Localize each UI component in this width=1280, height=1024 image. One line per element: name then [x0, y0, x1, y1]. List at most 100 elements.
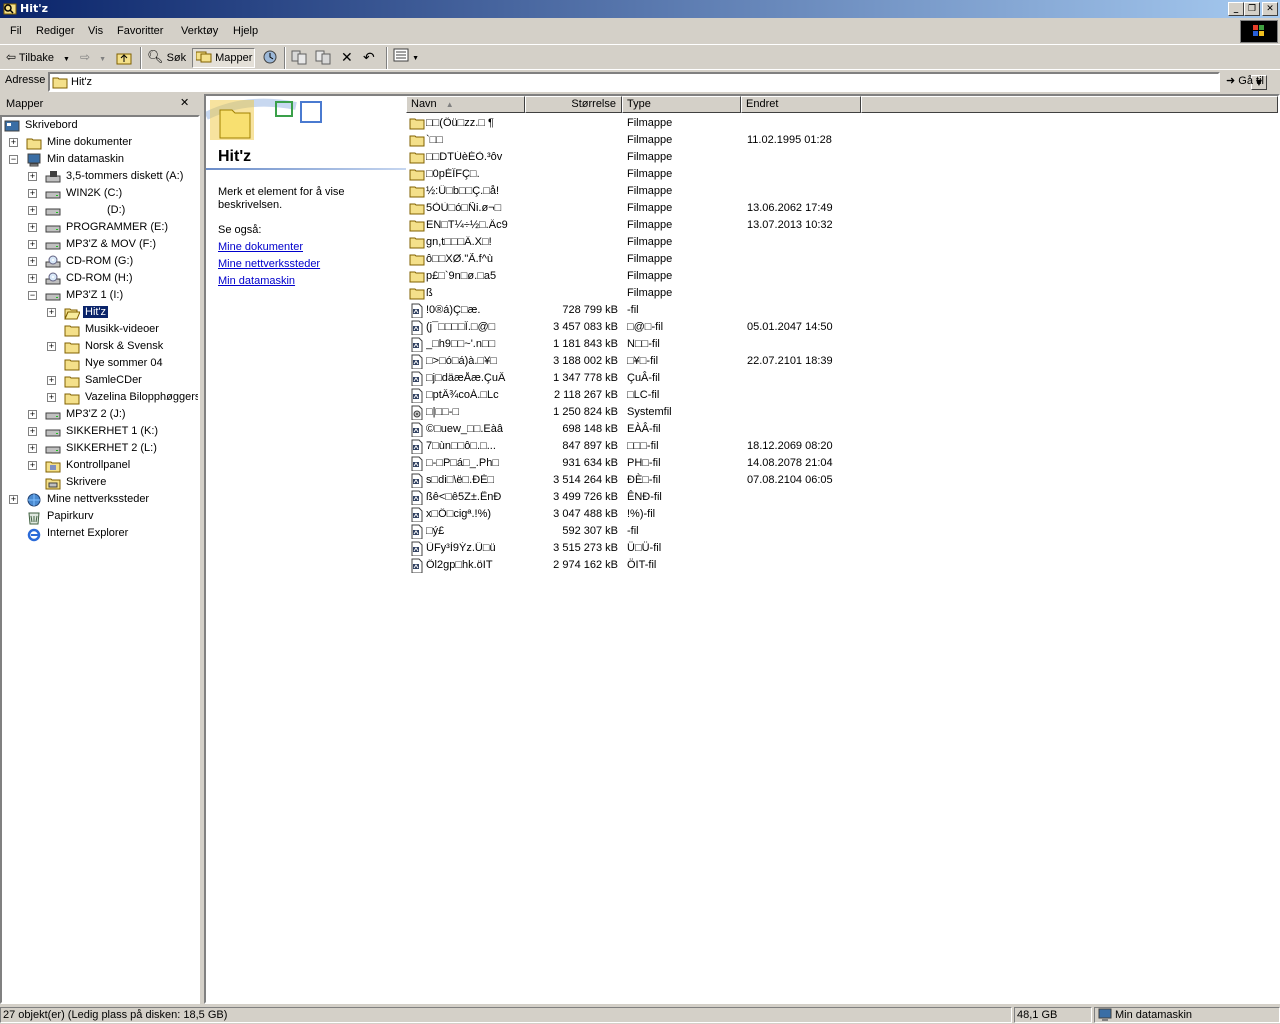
expand-icon[interactable]: +: [47, 342, 56, 351]
file-row[interactable]: □>□ó□á)à.□¥□ 3 188 002 kB □¥□-fil 22.07.210…: [406, 353, 846, 370]
file-row[interactable]: x□Ô□cigª.!%) 3 047 488 kB !%)-fil: [406, 506, 846, 523]
tree-item-skrivere[interactable]: Skrivere: [2, 475, 198, 492]
menu-rediger[interactable]: Rediger: [36, 25, 75, 37]
expand-icon[interactable]: +: [47, 393, 56, 402]
link-mine-dokumenter[interactable]: Mine dokumenter: [218, 241, 303, 253]
history-button[interactable]: [262, 48, 278, 68]
views-button[interactable]: ▼: [393, 48, 419, 68]
file-size: 3 499 726 kB: [553, 491, 618, 503]
file-row[interactable]: `□□ Filmappe 11.02.1995 01:28: [406, 132, 846, 149]
tree-item-papirkurv[interactable]: Papirkurv: [2, 509, 198, 526]
restore-button[interactable]: ❐: [1244, 2, 1260, 16]
link-min-datamaskin[interactable]: Min datamaskin: [218, 275, 295, 287]
tree-item-sikkerhet-2-l[interactable]: + SIKKERHET 2 (L:): [2, 441, 198, 458]
file-row[interactable]: 7□ùn□□ô□.□... 847 897 kB □□□-fil 18.12.2069…: [406, 438, 846, 455]
expand-icon[interactable]: +: [28, 172, 37, 181]
move-to-button[interactable]: [291, 48, 307, 68]
tree-item-mp3-z-mov-f[interactable]: + MP3'Z & MOV (F:): [2, 237, 198, 254]
menu-hjelp[interactable]: Hjelp: [233, 25, 258, 37]
file-row[interactable]: EN□T¼÷½□.Äc9 Filmappe 13.07.2013 10:32: [406, 217, 846, 234]
delete-button[interactable]: ✕: [341, 48, 353, 68]
file-row[interactable]: Öl2gp□hk.öIT 2 974 162 kB ÖIT-fil: [406, 557, 846, 574]
back-button[interactable]: ⇦ Tilbake ▼: [6, 48, 70, 68]
link-mine-nettverkssteder[interactable]: Mine nettverkssteder: [218, 258, 320, 270]
tree-item-cd-rom-h[interactable]: + CD-ROM (H:): [2, 271, 198, 288]
up-folder-button[interactable]: [116, 48, 132, 68]
collapse-icon[interactable]: −: [28, 291, 37, 300]
file-row[interactable]: □ptÂ¾coÁ.□Lc 2 118 267 kB □LC-fil: [406, 387, 846, 404]
file-row[interactable]: □j□däæÅæ.ÇuÂ 1 347 778 kB ÇuÂ-fil: [406, 370, 846, 387]
collapse-icon[interactable]: −: [9, 155, 18, 164]
tree-item-vazelina-bilopph-ggers[interactable]: + Vazelina Bilopphøggers: [2, 390, 198, 407]
close-pane-icon[interactable]: ✕: [180, 96, 189, 109]
file-row[interactable]: ©□uew_□□.Eàâ 698 148 kB EÀÂ-fil: [406, 421, 846, 438]
tree-item-min-datamaskin[interactable]: − Min datamaskin: [2, 152, 198, 169]
file-row[interactable]: □|□□-□ 1 250 824 kB Systemfil: [406, 404, 846, 421]
file-row[interactable]: (j¯□□□□Î.□@□ 3 457 083 kB □@□-fil 05.01.204…: [406, 319, 846, 336]
file-row[interactable]: □0pÉÎFÇ□. Filmappe: [406, 166, 846, 183]
file-row[interactable]: gn,t□□□Ä.X□! Filmappe: [406, 234, 846, 251]
file-row[interactable]: □ý£ 592 307 kB -fil: [406, 523, 846, 540]
file-row[interactable]: ½:Ü□b□□Ç.□å! Filmappe: [406, 183, 846, 200]
tree-item-nye-sommer-04[interactable]: Nye sommer 04: [2, 356, 198, 373]
folder-icon: [64, 391, 80, 405]
tree-item-win2k-c[interactable]: + WIN2K (C:): [2, 186, 198, 203]
forward-button[interactable]: ⇨ ▼: [80, 48, 106, 68]
tree-item-mp3-z-1-i[interactable]: − MP3'Z 1 (I:): [2, 288, 198, 305]
tree-item-programmer-e[interactable]: + PROGRAMMER (E:): [2, 220, 198, 237]
expand-icon[interactable]: +: [28, 257, 37, 266]
file-row[interactable]: _□h9□□~'.n□□ 1 181 843 kB N□□-fil: [406, 336, 846, 353]
menu-favoritter[interactable]: Favoritter: [117, 25, 163, 37]
tree-item-sikkerhet-1-k[interactable]: + SIKKERHET 1 (K:): [2, 424, 198, 441]
minimize-button[interactable]: _: [1228, 2, 1244, 16]
file-row[interactable]: 5ÒÙ□ó□Ñi.ø¬□ Filmappe 13.06.2062 17:49: [406, 200, 846, 217]
expand-icon[interactable]: +: [28, 274, 37, 283]
close-button[interactable]: ✕: [1262, 2, 1278, 16]
tree-item-norsk-svensk[interactable]: + Norsk & Svensk: [2, 339, 198, 356]
tree-item-cd-rom-g[interactable]: + CD-ROM (G:): [2, 254, 198, 271]
menu-fil[interactable]: Fil: [10, 25, 22, 37]
file-row[interactable]: ß Filmappe: [406, 285, 846, 302]
tree-item-musikk-videoer[interactable]: Musikk-videoer: [2, 322, 198, 339]
expand-icon[interactable]: +: [47, 376, 56, 385]
tree-item-hit-z[interactable]: + Hit'z: [2, 305, 198, 322]
expand-icon[interactable]: +: [28, 189, 37, 198]
expand-icon[interactable]: +: [28, 206, 37, 215]
file-size: 3 457 083 kB: [553, 321, 618, 333]
expand-icon[interactable]: +: [9, 138, 18, 147]
expand-icon[interactable]: +: [28, 240, 37, 249]
tree-item-mp3-z-2-j[interactable]: + MP3'Z 2 (J:): [2, 407, 198, 424]
file-row[interactable]: !0®á)Ç□æ. 728 799 kB -fil: [406, 302, 846, 319]
tree-item-3-5-tommers-diskett-a[interactable]: +3,5-tommers diskett (A:): [2, 169, 198, 186]
tree-item-samlecder[interactable]: + SamleCDer: [2, 373, 198, 390]
tree-item-mine-dokumenter[interactable]: + Mine dokumenter: [2, 135, 198, 152]
tree-item-d[interactable]: + (D:): [2, 203, 198, 220]
search-button[interactable]: 🔍︎ Søk: [147, 48, 186, 68]
file-row[interactable]: p£□`9n□ø.□a5 Filmappe: [406, 268, 846, 285]
file-row[interactable]: ÜFy³Ì9Ýz.Ü□ü 3 515 273 kB Ü□Ü-fil: [406, 540, 846, 557]
tree-item-skrivebord[interactable]: Skrivebord: [2, 118, 198, 135]
file-row[interactable]: ßê<□ê5Z±.ÊnÐ 3 499 726 kB ÊNÐ-fil: [406, 489, 846, 506]
folders-button[interactable]: Mapper: [192, 48, 255, 68]
expand-icon[interactable]: +: [28, 223, 37, 232]
file-row[interactable]: □□DTÚèÉÒ.³ôv Filmappe: [406, 149, 846, 166]
tree-item-kontrollpanel[interactable]: + Kontrollpanel: [2, 458, 198, 475]
menu-vis[interactable]: Vis: [88, 25, 103, 37]
file-row[interactable]: ô□□XØ."Ã.f^ù Filmappe: [406, 251, 846, 268]
undo-button[interactable]: ↶: [363, 48, 375, 68]
expand-icon[interactable]: +: [28, 461, 37, 470]
copy-to-button[interactable]: [315, 48, 331, 68]
expand-icon[interactable]: +: [28, 444, 37, 453]
expand-icon[interactable]: +: [28, 410, 37, 419]
file-row[interactable]: □-□P□á□_.Ph□ 931 634 kB PH□-fil 14.08.2078 …: [406, 455, 846, 472]
menu-verktoy[interactable]: Verktøy: [181, 25, 218, 37]
expand-icon[interactable]: +: [9, 495, 18, 504]
file-row[interactable]: s□di□\ë□.ÐÈ□ 3 514 264 kB ÐÈ□-fil 07.08.210…: [406, 472, 846, 489]
tree-item-mine-nettverkssteder[interactable]: + Mine nettverkssteder: [2, 492, 198, 509]
expand-icon[interactable]: +: [47, 308, 56, 317]
file-row[interactable]: □□(Ôü□zz.□ ¶ Filmappe: [406, 115, 846, 132]
tree-item-internet-explorer[interactable]: Internet Explorer: [2, 526, 198, 543]
expand-icon[interactable]: +: [28, 427, 37, 436]
address-input[interactable]: Hit'z ▼: [48, 72, 1267, 92]
go-button[interactable]: ➜ Gå til: [1226, 72, 1264, 92]
